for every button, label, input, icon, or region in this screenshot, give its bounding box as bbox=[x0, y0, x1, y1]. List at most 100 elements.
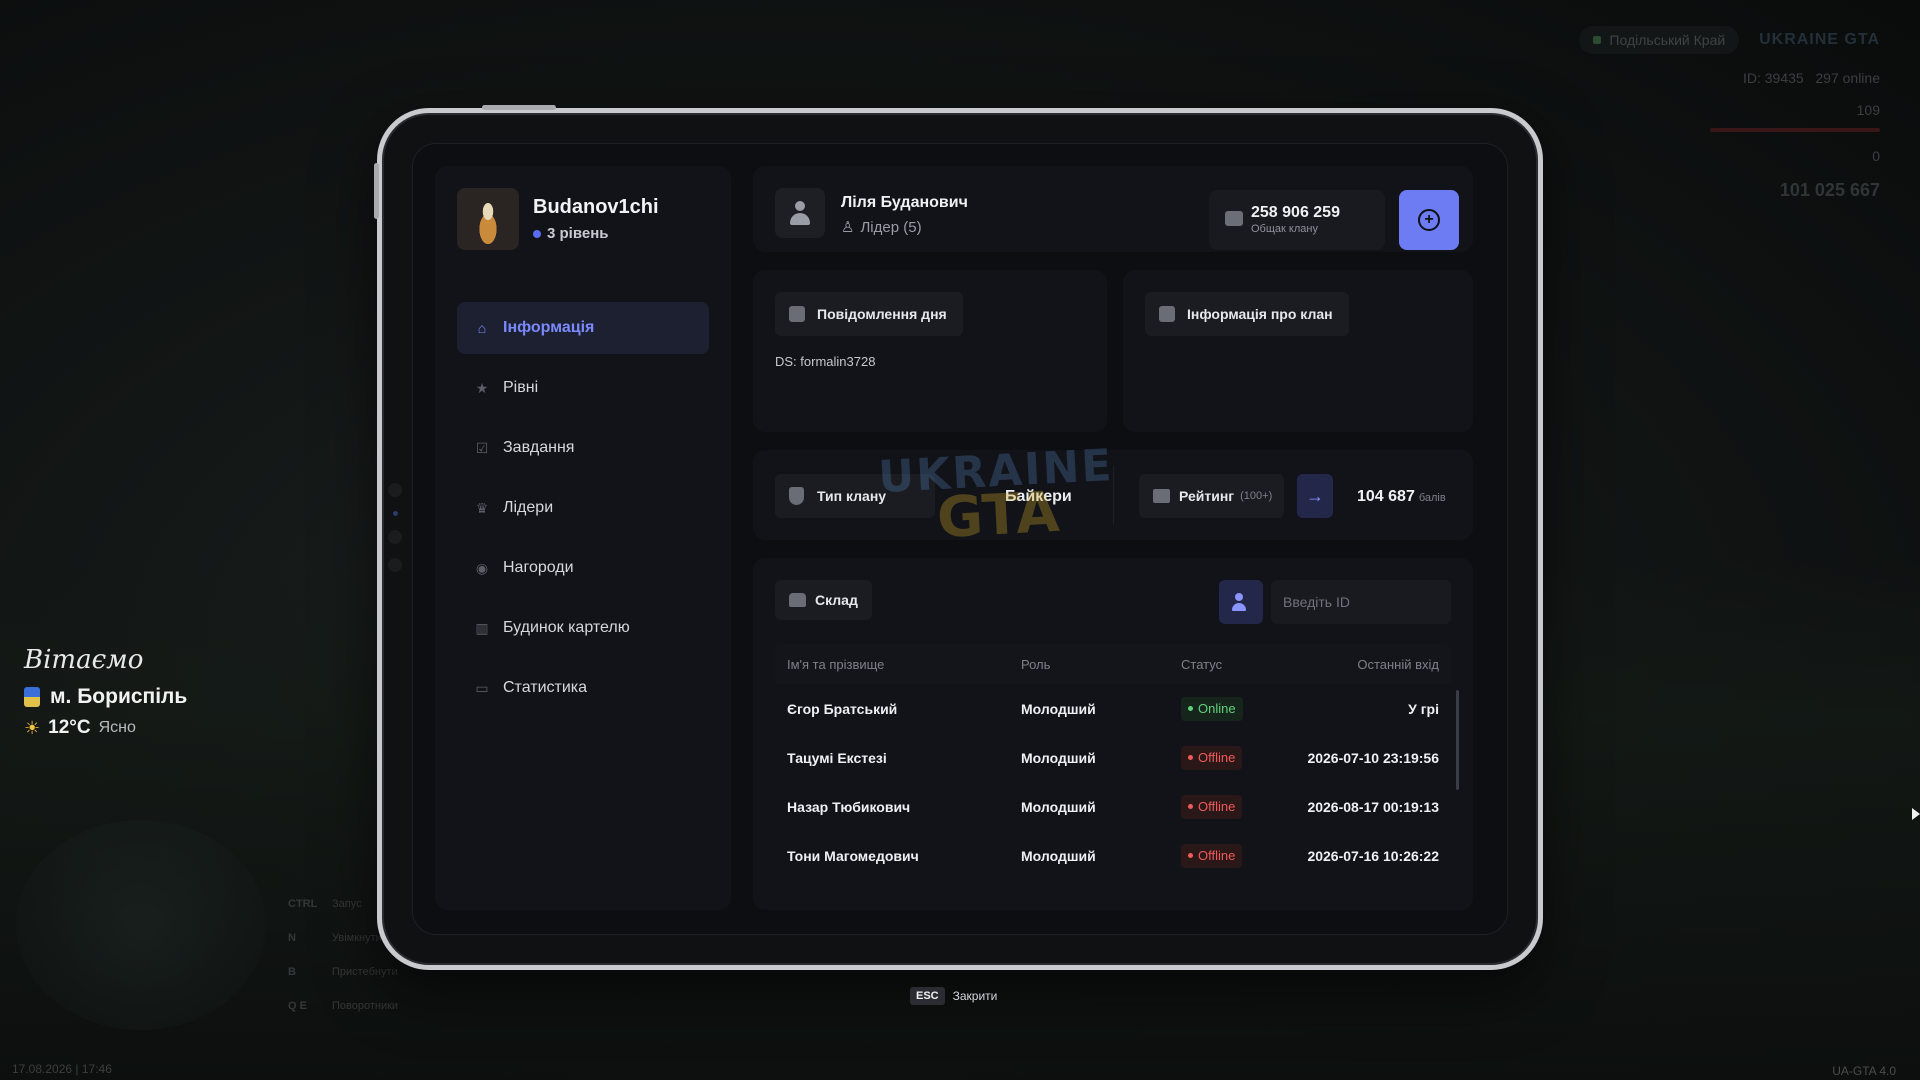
hud-player-info: ID: 39435 297 online bbox=[1579, 70, 1880, 86]
weather-description: Ясно bbox=[98, 719, 136, 736]
member-name: Тони Магомедович bbox=[787, 847, 919, 864]
add-user-icon bbox=[1232, 593, 1250, 611]
status-badge: Offline bbox=[1181, 745, 1243, 770]
sidebar-item-label: Нагороди bbox=[503, 559, 574, 576]
member-name: Тацумі Екстезі bbox=[787, 749, 887, 766]
rating-arrow-button[interactable]: → bbox=[1297, 474, 1333, 518]
message-icon bbox=[789, 306, 805, 322]
server-icon bbox=[1593, 36, 1602, 44]
status-badge: Offline bbox=[1181, 843, 1243, 868]
online-count: 297 online bbox=[1815, 70, 1880, 86]
close-hint[interactable]: ESC Закрити bbox=[910, 987, 997, 1005]
clan-type-card: Тип клану Байкери Рейтинг (100+) → 104 6… bbox=[753, 450, 1473, 540]
sidebar-item-rewards[interactable]: ◉ Нагороди bbox=[457, 542, 709, 594]
treasury-label: Общак клану bbox=[1251, 223, 1318, 235]
leader-avatar bbox=[775, 188, 825, 238]
minimap bbox=[16, 820, 266, 1030]
column-header-name: Ім'я та прізвище bbox=[787, 656, 885, 672]
profile-level: 3 рівень bbox=[533, 225, 659, 242]
group-icon bbox=[789, 593, 806, 607]
level-dot-icon bbox=[533, 229, 541, 238]
document-icon bbox=[1159, 306, 1175, 322]
player-id: ID: 39435 bbox=[1742, 70, 1804, 86]
level-label: 3 рівень bbox=[547, 225, 609, 242]
temperature: 12°C bbox=[48, 717, 91, 738]
deposit-button[interactable]: + bbox=[1399, 190, 1459, 250]
welcome-panel: Вітаємо м. Бориспіль ☀ 12°C Ясно bbox=[24, 645, 187, 739]
sidebar-item-tasks[interactable]: ☑ Завдання bbox=[457, 422, 709, 474]
member-name: Назар Тюбикович bbox=[787, 798, 911, 815]
invite-member-button[interactable] bbox=[1219, 580, 1263, 624]
sidebar-item-label: Лідери bbox=[503, 499, 554, 516]
shield-icon bbox=[789, 487, 804, 505]
rating-sub: (100+) bbox=[1240, 490, 1273, 502]
tablet-frame: Budanov1chi 3 рівень ⌂ Інформація ★ Рівн… bbox=[374, 105, 1543, 970]
hud-armor: 0 bbox=[1579, 148, 1880, 164]
sidebar-item-label: Інформація bbox=[503, 319, 595, 336]
leader-role: ♙ Лідер (5) bbox=[841, 218, 922, 237]
tablet-side-button bbox=[374, 163, 379, 219]
column-header-status: Статус bbox=[1181, 656, 1223, 672]
rating-chip: Рейтинг (100+) bbox=[1139, 474, 1285, 518]
welcome-weather: ☀ 12°C Ясно bbox=[24, 717, 187, 739]
star-icon: ★ bbox=[475, 379, 489, 396]
member-role: Молодший bbox=[1021, 847, 1096, 864]
sidebar-item-statistics[interactable]: ▭ Статистика bbox=[457, 662, 709, 714]
city-emblem-icon bbox=[24, 687, 40, 707]
avatar bbox=[457, 188, 519, 250]
divider bbox=[1113, 466, 1114, 524]
leader-icon: ♙ bbox=[841, 219, 855, 236]
sidebar-item-info[interactable]: ⌂ Інформація bbox=[457, 302, 709, 354]
mouse-cursor-icon bbox=[1912, 808, 1920, 820]
motd-card: Повідомлення дня DS: formalin3728 bbox=[753, 270, 1107, 432]
tablet-screen: Budanov1chi 3 рівень ⌂ Інформація ★ Рівн… bbox=[412, 143, 1508, 935]
member-last-login: 2026-07-10 23:19:56 bbox=[1307, 749, 1439, 766]
camera-dot bbox=[388, 483, 402, 497]
crown-icon bbox=[1153, 489, 1170, 503]
member-last-login: 2026-07-16 10:26:22 bbox=[1307, 847, 1439, 864]
status-badge: Offline bbox=[1181, 794, 1243, 819]
status-dot-icon bbox=[1188, 853, 1193, 858]
profile: Budanov1chi 3 рівень bbox=[435, 166, 731, 272]
members-chip: Склад bbox=[775, 580, 872, 620]
game-datetime: 17.08.2026 | 17:46 bbox=[12, 1062, 112, 1076]
status-dot-icon bbox=[1188, 706, 1193, 711]
table-header: Ім'я та прізвище Роль Статус Останній вх… bbox=[775, 644, 1451, 684]
rating-unit: балів bbox=[1418, 492, 1446, 504]
key-hint: Q E Поворотники bbox=[288, 1000, 399, 1012]
sidebar-item-leaders[interactable]: ♛ Лідери bbox=[457, 482, 709, 534]
member-status: Offline bbox=[1181, 745, 1281, 770]
sidebar-item-label: Статистика bbox=[503, 679, 588, 696]
checkbox-icon: ☑ bbox=[475, 439, 489, 456]
leader-name: Ліля Буданович bbox=[841, 194, 968, 211]
camera-dot bbox=[388, 530, 402, 544]
motd-title: Повідомлення дня bbox=[817, 306, 947, 322]
member-name: Єгор Братський bbox=[787, 700, 898, 717]
member-status: Offline bbox=[1181, 794, 1281, 819]
rating-value-wrap: 104 687 балів bbox=[1357, 488, 1446, 506]
sidebar-item-levels[interactable]: ★ Рівні bbox=[457, 362, 709, 414]
clan-type-label: Тип клану bbox=[817, 488, 887, 504]
table-scrollbar[interactable] bbox=[1456, 690, 1459, 790]
hud-money: 101 025 667 bbox=[1779, 180, 1880, 200]
table-row[interactable]: Тацумі Екстезі Молодший Offline 2026-07-… bbox=[775, 733, 1451, 782]
armor-value: 0 bbox=[1872, 148, 1880, 164]
avatar-image bbox=[468, 194, 508, 244]
sidebar-item-cartel-house[interactable]: ▥ Будинок картелю bbox=[457, 602, 709, 654]
sidebar-item-label: Завдання bbox=[503, 439, 575, 456]
member-status: Online bbox=[1181, 696, 1281, 721]
table-row[interactable]: Назар Тюбикович Молодший Offline 2026-08… bbox=[775, 782, 1451, 831]
crown-icon: ♛ bbox=[475, 499, 489, 516]
health-bar bbox=[1710, 128, 1880, 132]
member-role: Молодший bbox=[1021, 798, 1096, 815]
close-label: Закрити bbox=[952, 989, 998, 1003]
table-row[interactable]: Єгор Братський Молодший Online У грі bbox=[775, 684, 1451, 733]
member-id-input[interactable] bbox=[1271, 580, 1451, 624]
rating-value: 104 687 bbox=[1357, 488, 1415, 505]
table-row[interactable]: Тони Магомедович Молодший Offline 2026-0… bbox=[775, 831, 1451, 880]
tablet-top-button bbox=[482, 105, 556, 110]
sidebar-menu: ⌂ Інформація ★ Рівні ☑ Завдання ♛ Лідери… bbox=[435, 302, 731, 714]
welcome-greeting: Вітаємо bbox=[24, 645, 144, 675]
member-last-login: 2026-08-17 00:19:13 bbox=[1307, 798, 1439, 815]
members-card: Склад Ім'я та прізвище Роль Статус Остан… bbox=[753, 558, 1473, 910]
